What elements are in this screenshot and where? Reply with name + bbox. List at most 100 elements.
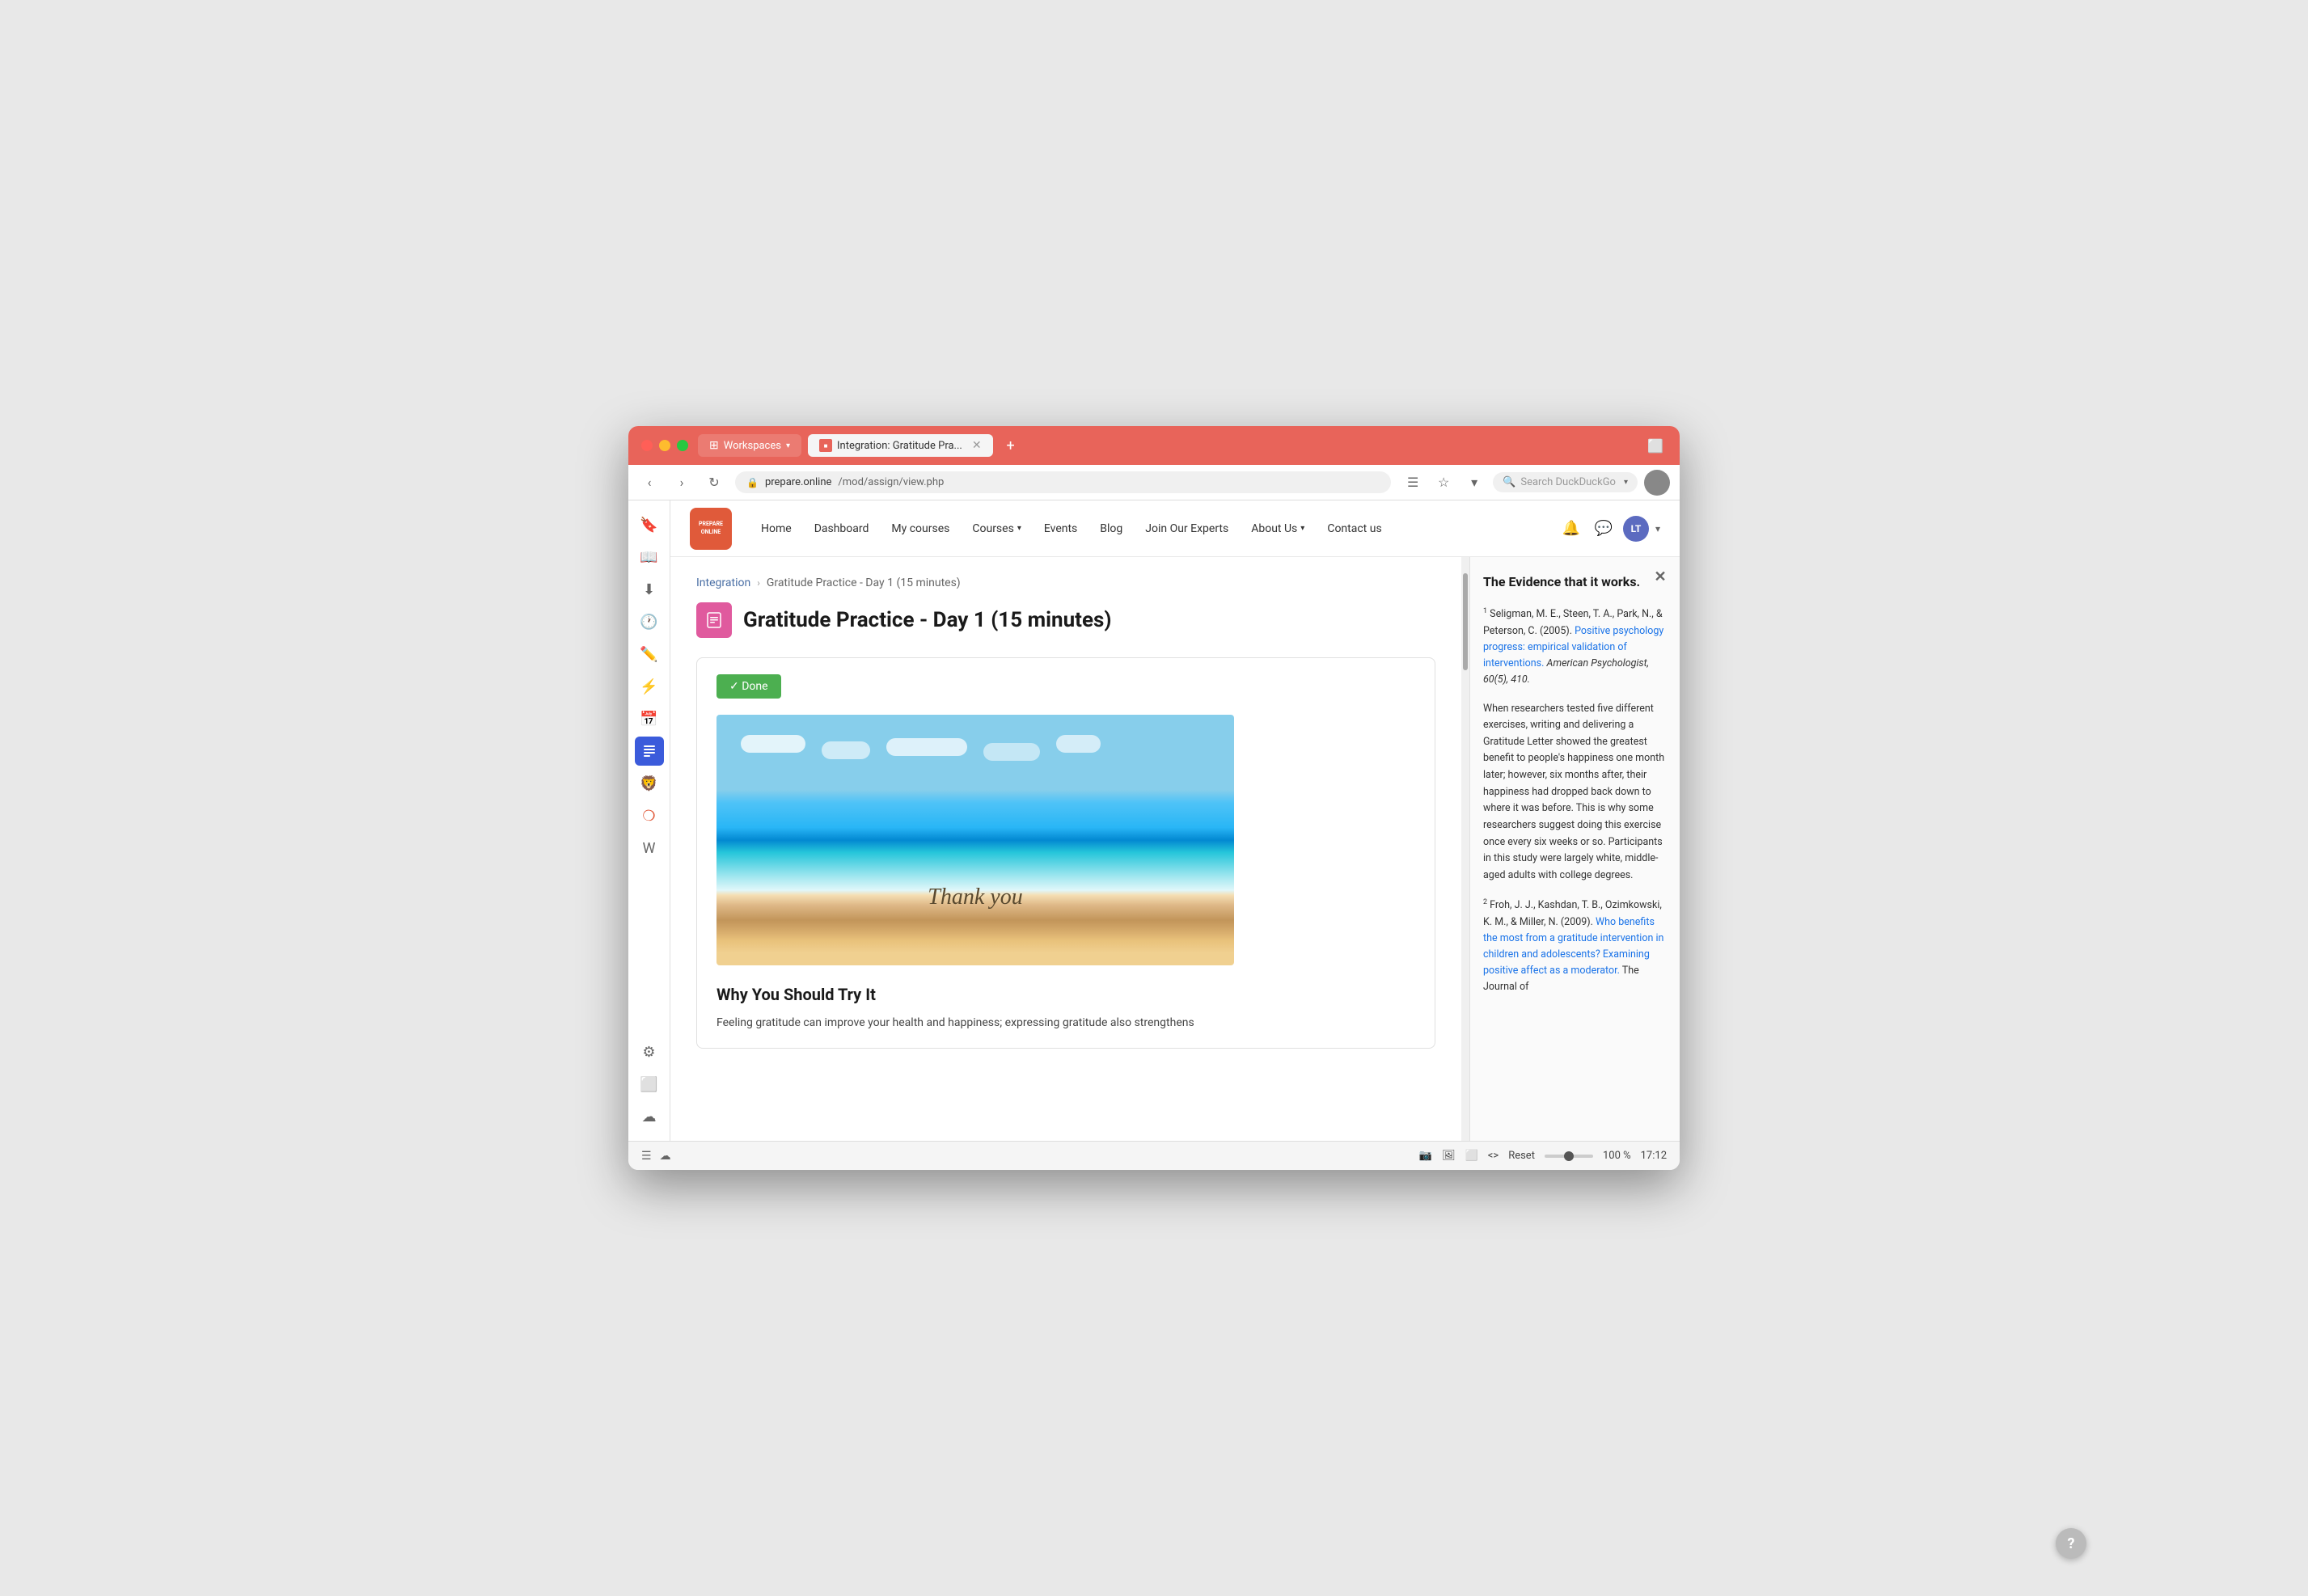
done-badge[interactable]: ✓ Done	[716, 674, 781, 699]
sidebar-bookmarks-icon[interactable]: 🔖	[635, 510, 664, 539]
user-dropdown-icon[interactable]: ▾	[1655, 523, 1660, 534]
nav-icons-right: 🔔 💬 LT ▾	[1558, 516, 1660, 542]
window-controls: ⬜	[1644, 434, 1667, 457]
browser-sidebar: 🔖 📖 ⬇ 🕐 ✏️ ⚡ 📅 🦁 ❍ W ⚙ ⬜ ☁	[628, 500, 670, 1141]
done-label: ✓ Done	[729, 680, 768, 693]
content-area: Integration › Gratitude Practice - Day 1…	[670, 557, 1461, 1141]
thank-you-inscription: Thank you	[928, 885, 1022, 910]
page-area: PREPAREONLINE Home Dashboard My courses …	[670, 500, 1680, 1141]
back-button[interactable]: ‹	[638, 471, 661, 494]
status-bar: ☰ ☁ 📷 🖼 ⬜ <> Reset 100 % 17:12	[628, 1141, 1680, 1170]
message-icon[interactable]: 💬	[1591, 516, 1617, 542]
address-bar: ‹ › ↻ 🔒 prepare.online /mod/assign/view.…	[628, 465, 1680, 500]
beach-clouds	[716, 735, 1234, 761]
workspace-tab[interactable]: ⊞ Workspaces ▾	[698, 434, 801, 457]
nav-contact[interactable]: Contact us	[1317, 516, 1391, 542]
nav-my-courses[interactable]: My courses	[881, 516, 959, 542]
reload-button[interactable]: ↻	[703, 471, 725, 494]
section-text: Feeling gratitude can improve your healt…	[716, 1014, 1415, 1032]
sidebar-bottom-icon[interactable]: ⬜	[635, 1070, 664, 1099]
zoom-level: 100 %	[1603, 1150, 1631, 1162]
user-initials: LT	[1631, 523, 1642, 534]
sidebar-settings-icon[interactable]: ⚙	[635, 1037, 664, 1066]
breadcrumb: Integration › Gratitude Practice - Day 1…	[696, 576, 1435, 589]
cloud-3	[886, 738, 967, 756]
active-tab[interactable]: ■ Integration: Gratitude Pra... ✕	[808, 434, 993, 457]
status-icons-left: ☰ ☁	[641, 1150, 671, 1163]
panel-close-button[interactable]: ✕	[1651, 567, 1670, 586]
main-content: Integration › Gratitude Practice - Day 1…	[670, 557, 1680, 1141]
nav-about[interactable]: About Us ▾	[1241, 516, 1314, 542]
panel-content: The Evidence that it works. 1 Seligman, …	[1470, 557, 1680, 1024]
sidebar-brave-icon[interactable]: 🦁	[635, 769, 664, 798]
sidebar-reader-icon[interactable]: 📖	[635, 543, 664, 572]
breadcrumb-separator: ›	[757, 577, 760, 589]
section-title: Why You Should Try It	[716, 985, 1415, 1004]
sidebar-person-icon[interactable]: ⚡	[635, 672, 664, 701]
nav-courses[interactable]: Courses ▾	[962, 516, 1030, 542]
search-icon: 🔍	[1503, 476, 1515, 488]
forward-button[interactable]: ›	[670, 471, 693, 494]
content-scrollbar[interactable]	[1461, 557, 1469, 1141]
status-fullscreen-icon[interactable]: ⬜	[1465, 1150, 1478, 1162]
sidebar-calendar-icon[interactable]: 📅	[635, 704, 664, 733]
close-button[interactable]	[641, 440, 653, 451]
clock-time: 17:12	[1641, 1150, 1667, 1162]
nav-join-experts[interactable]: Join Our Experts	[1135, 516, 1238, 542]
user-menu-badge[interactable]: LT	[1623, 516, 1649, 542]
window-minimize-icon[interactable]: ⬜	[1644, 434, 1667, 457]
sidebar-pocket-icon[interactable]: ❍	[635, 801, 664, 830]
breadcrumb-link[interactable]: Integration	[696, 576, 750, 589]
search-bar[interactable]: 🔍 Search DuckDuckGo ▾	[1493, 472, 1638, 492]
scrollbar-thumb[interactable]	[1463, 573, 1468, 670]
lock-icon: 🔒	[746, 477, 759, 488]
cloud-1	[741, 735, 805, 753]
status-code-icon[interactable]: <>	[1488, 1150, 1499, 1162]
zoom-slider[interactable]	[1545, 1155, 1593, 1158]
nav-links: Home Dashboard My courses Courses ▾ Even…	[751, 516, 1539, 542]
zoom-control	[1545, 1155, 1593, 1158]
status-cloud-icon[interactable]: ☁	[660, 1150, 671, 1163]
nav-home[interactable]: Home	[751, 516, 801, 542]
search-placeholder: Search DuckDuckGo	[1520, 476, 1616, 488]
workspace-tab-label: Workspaces	[724, 440, 781, 452]
bookmark-dropdown-icon[interactable]: ▾	[1462, 471, 1486, 495]
tab-close-icon[interactable]: ✕	[972, 439, 982, 452]
citation-1-text: 1 Seligman, M. E., Steen, T. A., Park, N…	[1483, 606, 1667, 687]
page-title: Gratitude Practice - Day 1 (15 minutes)	[743, 608, 1111, 632]
zoom-handle[interactable]	[1564, 1151, 1574, 1161]
bookmark-star-icon[interactable]: ☆	[1431, 471, 1456, 495]
url-path: /mod/assign/view.php	[838, 476, 944, 488]
status-menu-icon[interactable]: ☰	[641, 1150, 652, 1163]
reset-label[interactable]: Reset	[1508, 1150, 1535, 1162]
sidebar-wikipedia-icon[interactable]: W	[635, 834, 664, 863]
sidebar-active-icon[interactable]	[635, 737, 664, 766]
active-tab-label: Integration: Gratitude Pra...	[837, 440, 962, 452]
status-camera-icon[interactable]: 📷	[1419, 1150, 1432, 1162]
bookmark-icon[interactable]: ☰	[1401, 471, 1425, 495]
new-tab-button[interactable]: +	[1000, 434, 1022, 457]
notification-icon[interactable]: 🔔	[1558, 516, 1584, 542]
nav-events[interactable]: Events	[1034, 516, 1087, 542]
maximize-button[interactable]	[677, 440, 688, 451]
courses-chevron-icon: ▾	[1017, 524, 1021, 533]
sidebar-download-icon[interactable]: ⬇	[635, 575, 664, 604]
nav-dashboard[interactable]: Dashboard	[805, 516, 879, 542]
status-image-icon[interactable]: 🖼	[1442, 1150, 1456, 1162]
minimize-button[interactable]	[659, 440, 670, 451]
browser-user-avatar[interactable]	[1644, 470, 1670, 496]
sidebar-edit-icon[interactable]: ✏️	[635, 640, 664, 669]
citation-1: 1 Seligman, M. E., Steen, T. A., Park, N…	[1483, 606, 1667, 687]
citation-2-superscript: 2	[1483, 898, 1487, 906]
url-bar[interactable]: 🔒 prepare.online /mod/assign/view.php	[735, 471, 1391, 493]
browser-content: 🔖 📖 ⬇ 🕐 ✏️ ⚡ 📅 🦁 ❍ W ⚙ ⬜ ☁ PREPAREONLINE	[628, 500, 1680, 1141]
tab-favicon: ■	[819, 439, 832, 452]
site-logo[interactable]: PREPAREONLINE	[690, 508, 732, 550]
sidebar-history-icon[interactable]: 🕐	[635, 607, 664, 636]
content-card: ✓ Done	[696, 657, 1435, 1049]
sidebar-add-icon[interactable]: ☁	[635, 1102, 664, 1131]
url-domain: prepare.online	[765, 476, 831, 488]
page-icon	[696, 602, 732, 638]
traffic-lights	[641, 440, 688, 451]
nav-blog[interactable]: Blog	[1090, 516, 1132, 542]
